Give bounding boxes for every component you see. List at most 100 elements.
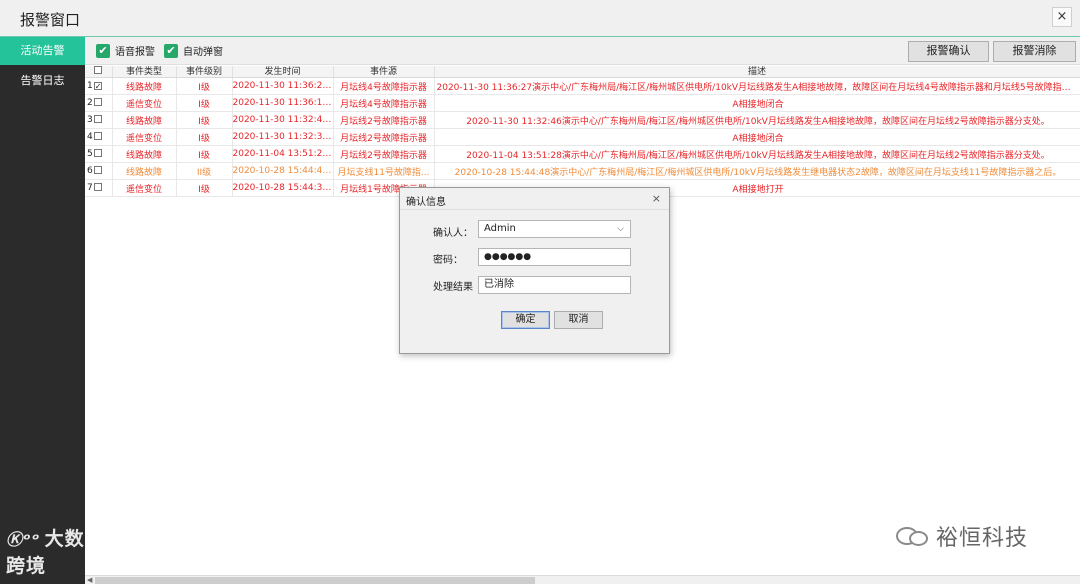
event-type-cell: 遥信变位 [112,94,177,112]
table-header-row: 事件类型 事件级别 发生时间 事件源 描述 [85,66,1080,78]
event-time-cell: 2020-11-30 11:32:36... [232,128,334,146]
result-value: 已消除 [484,279,514,290]
event-type-cell: 遥信变位 [112,179,177,197]
wechat-icon [896,525,930,547]
brand-name: 裕恒科技 [936,526,1029,551]
row-number: 5 [87,149,93,159]
sidebar-item-active-alarms[interactable]: 活动告警 [0,37,85,65]
event-type-cell: 遥信变位 [112,128,177,146]
confirm-dialog: 确认信息 × 确认人： Admin ⌵ 密码： ●●●●●● 处理结果 已消除 … [399,187,670,354]
alarm-clear-button[interactable]: 报警消除 [993,41,1076,62]
event-source-cell: 月坛线2号故障指示器 [333,111,435,129]
event-time-cell: 2020-11-30 11:32:46... [232,111,334,129]
row-checkbox[interactable] [93,115,102,123]
scrollbar-thumb[interactable] [95,577,535,584]
table-row[interactable]: 1 ✓ 线路故障 I级 2020-11-30 11:36:27... 月坛线4号故障指示器… [85,77,1080,95]
row-number-cell[interactable]: 1 ✓ [85,77,113,95]
row-checkbox[interactable] [93,183,102,191]
alarm-table: 事件类型 事件级别 发生时间 事件源 描述 1 ✓ 线路故障 I级 2020-11-30… [85,66,1080,197]
window-close-button[interactable]: × [1052,7,1072,27]
event-level-cell: I级 [176,111,233,129]
voice-alarm-checkbox[interactable]: ✔ 语音报警 [96,43,155,58]
row-number-cell[interactable]: 7 [85,179,113,197]
event-type-cell: 线路故障 [112,162,177,180]
event-time-cell: 2020-10-28 15:44:48... [232,162,334,180]
sidebar-item-alarm-log[interactable]: 告警日志 [0,67,85,95]
column-header[interactable]: 发生时间 [232,66,334,78]
table-row[interactable]: 6 线路故障 II级 2020-10-28 15:44:48... 月坛支线11号故障指… [85,162,1080,180]
row-number: 1 [87,81,93,91]
scroll-left-icon[interactable]: ◀ [87,576,92,584]
description-cell: 2020-11-30 11:36:27演示中心/广东梅州局/梅江区/梅州城区供电… [434,77,1080,95]
column-header[interactable]: 描述 [434,66,1080,78]
table-row[interactable]: 4 遥信变位 I级 2020-11-30 11:32:36... 月坛线2号故障指示器 A… [85,128,1080,146]
password-field[interactable]: ●●●●●● [478,248,631,266]
confirmer-value: Admin [484,223,516,234]
column-header[interactable]: 事件类型 [112,66,177,78]
row-number: 7 [87,183,93,193]
chevron-down-icon: ⌵ [617,224,624,234]
watermark: Ⓚᵒᵒ 大数跨境 [6,524,85,578]
event-type-cell: 线路故障 [112,145,177,163]
row-number: 6 [87,166,93,176]
dialog-title: 确认信息 [406,197,446,208]
brand-watermark: 裕恒科技 [896,520,1028,552]
description-cell: 2020-10-28 15:44:48演示中心/广东梅州局/梅江区/梅州城区供电… [434,162,1080,180]
row-number-cell[interactable]: 2 [85,94,113,112]
toolbar: ✔ 语音报警 ✔ 自动弹窗 报警确认 报警消除 [85,37,1080,65]
row-checkbox[interactable] [93,98,102,106]
row-checkbox[interactable] [93,132,102,140]
table-row[interactable]: 3 线路故障 I级 2020-11-30 11:32:46... 月坛线2号故障指示器 2… [85,111,1080,129]
result-label: 处理结果 [433,282,473,293]
row-checkbox[interactable]: ✓ [93,82,102,91]
row-number: 2 [87,98,93,108]
result-field[interactable]: 已消除 [478,276,631,294]
row-number-cell[interactable]: 3 [85,111,113,129]
window-title: 报警窗口 [20,11,81,29]
event-time-cell: 2020-11-04 13:51:28... [232,145,334,163]
row-number: 3 [87,115,93,125]
row-number-cell[interactable]: 4 [85,128,113,146]
sidebar: 活动告警 告警日志 Ⓚᵒᵒ 大数跨境 [0,37,85,584]
auto-popup-checkbox[interactable]: ✔ 自动弹窗 [164,43,223,58]
event-level-cell: II级 [176,162,233,180]
description-cell: A相接地闭合 [434,128,1080,146]
confirmer-label: 确认人： [433,228,473,239]
horizontal-scrollbar[interactable]: ◀ [85,575,1080,584]
event-level-cell: I级 [176,77,233,95]
event-type-cell: 线路故障 [112,77,177,95]
event-type-cell: 线路故障 [112,111,177,129]
checkmark-icon: ✔ [96,43,110,58]
voice-alarm-label: 语音报警 [115,47,155,58]
watermark-logo-icon: Ⓚᵒᵒ [6,530,41,549]
row-checkbox[interactable] [93,166,102,174]
divider [400,209,669,210]
row-number-cell[interactable]: 5 [85,145,113,163]
cancel-button[interactable]: 取消 [554,311,603,329]
event-time-cell: 2020-10-28 15:44:38... [232,179,334,197]
dialog-close-button[interactable]: × [652,192,661,205]
checkmark-icon: ✔ [164,43,178,58]
event-source-cell: 月坛线4号故障指示器 [333,77,435,95]
table-row[interactable]: 2 遥信变位 I级 2020-11-30 11:36:17... 月坛线4号故障指示器 A… [85,94,1080,112]
description-cell: A相接地闭合 [434,94,1080,112]
event-level-cell: I级 [176,145,233,163]
auto-popup-label: 自动弹窗 [183,47,223,58]
event-source-cell: 月坛支线11号故障指... [333,162,435,180]
table-row[interactable]: 5 线路故障 I级 2020-11-04 13:51:28... 月坛线2号故障指示器 2… [85,145,1080,163]
select-all-header[interactable] [85,66,113,78]
column-header[interactable]: 事件源 [333,66,435,78]
event-level-cell: I级 [176,128,233,146]
title-bar: 报警窗口 × [0,0,1080,37]
description-cell: 2020-11-04 13:51:28演示中心/广东梅州局/梅江区/梅州城区供电… [434,145,1080,163]
confirmer-select[interactable]: Admin ⌵ [478,220,631,238]
ok-button[interactable]: 确定 [501,311,550,329]
event-source-cell: 月坛线4号故障指示器 [333,94,435,112]
event-level-cell: I级 [176,94,233,112]
column-header[interactable]: 事件级别 [176,66,233,78]
alarm-confirm-button[interactable]: 报警确认 [908,41,989,62]
row-checkbox[interactable] [93,149,102,157]
password-value: ●●●●●● [484,252,532,262]
row-number-cell[interactable]: 6 [85,162,113,180]
event-source-cell: 月坛线2号故障指示器 [333,128,435,146]
